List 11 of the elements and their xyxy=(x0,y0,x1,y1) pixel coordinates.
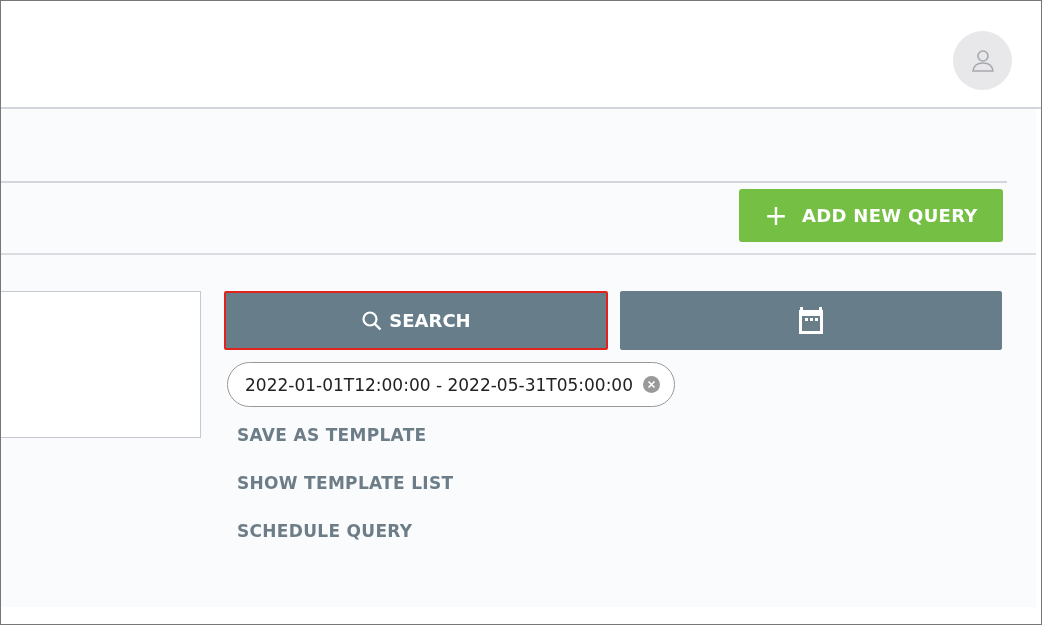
query-text-field[interactable] xyxy=(1,291,201,438)
action-link[interactable]: SCHEDULE QUERY xyxy=(237,521,413,542)
search-button[interactable]: SEARCH xyxy=(224,291,608,350)
calendar-icon xyxy=(797,305,825,336)
calendar-button[interactable] xyxy=(620,291,1002,350)
action-link[interactable]: SHOW TEMPLATE LIST xyxy=(237,473,454,494)
add-new-query-button[interactable]: + ADD NEW QUERY xyxy=(739,189,1003,242)
action-link[interactable]: SAVE AS TEMPLATE xyxy=(237,425,427,446)
remove-icon[interactable] xyxy=(643,376,660,393)
search-icon xyxy=(361,309,384,332)
date-range-text: 2022-01-01T12:00:00 - 2022-05-31T05:00:00 xyxy=(245,374,633,395)
